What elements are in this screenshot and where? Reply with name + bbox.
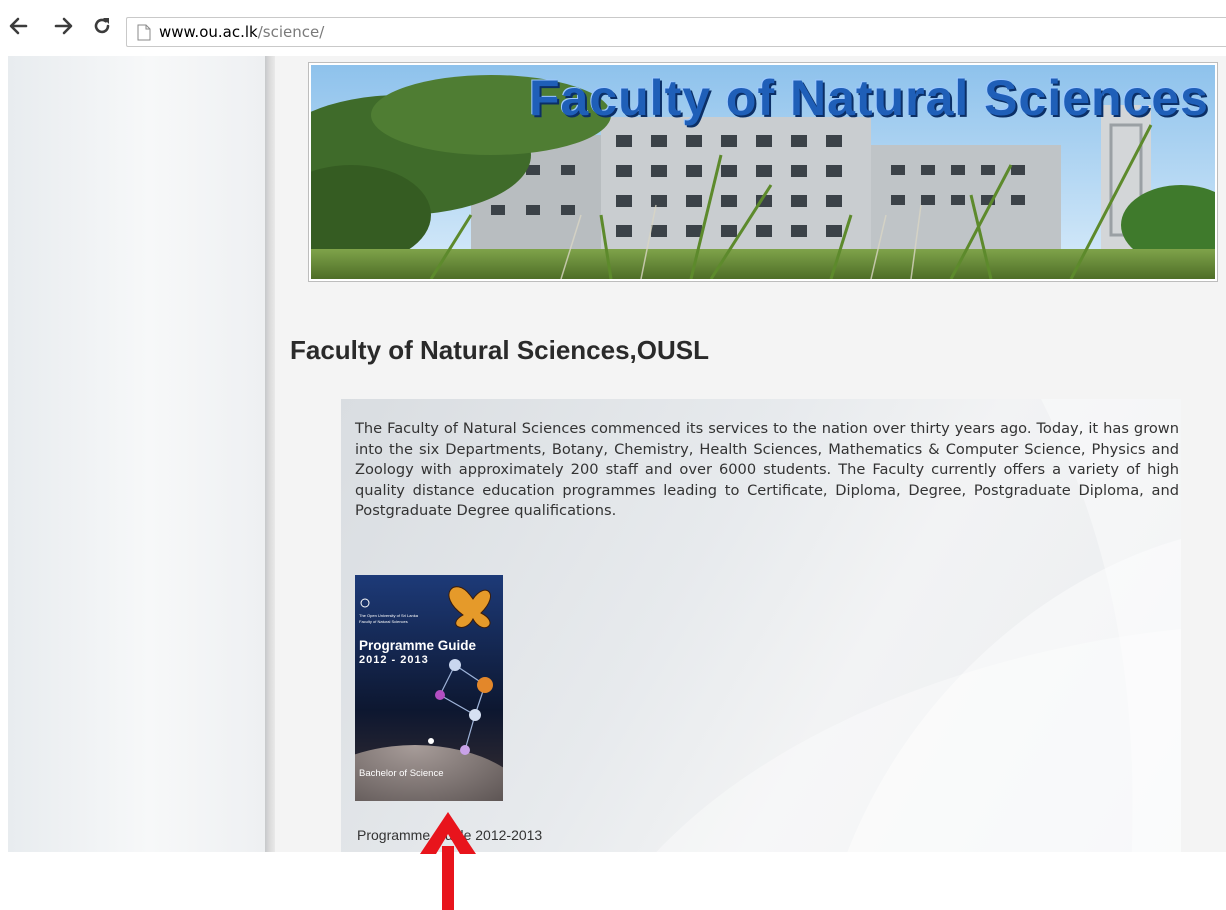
programme-guide-cover-link[interactable]: The Open University of Sri Lanka Faculty… — [341, 575, 535, 852]
faculty-banner: Faculty of Natural Sciences — [308, 62, 1218, 282]
address-bar[interactable]: www.ou.ac.lk/science/ — [126, 17, 1226, 47]
article-panel: The Faculty of Natural Sciences commence… — [341, 399, 1181, 852]
page-title: Faculty of Natural Sciences,OUSL — [290, 335, 710, 365]
arrow-left-icon — [9, 17, 28, 35]
url-domain: www.ou.ac.lk — [159, 23, 258, 41]
browser-toolbar: www.ou.ac.lk/science/ — [0, 0, 1226, 52]
sidebar-divider — [265, 56, 275, 852]
page-icon — [137, 24, 151, 40]
banner-title: Faculty of Natural Sciences — [528, 70, 1209, 126]
arrow-right-icon — [54, 17, 73, 35]
cover-footer: Bachelor of Science — [359, 768, 444, 779]
annotation-arrow-icon — [420, 812, 476, 910]
faculty-intro: The Faculty of Natural Sciences commence… — [355, 420, 1179, 519]
cover-publisher-line-2: Faculty of Natural Sciences — [359, 619, 408, 624]
url-path: /science/ — [257, 23, 325, 41]
cover-publisher-line-1: The Open University of Sri Lanka — [359, 613, 419, 618]
forward-button[interactable] — [52, 14, 76, 38]
cover-title: Programme Guide — [359, 638, 477, 653]
back-button[interactable] — [6, 14, 30, 38]
left-sidebar — [8, 56, 265, 852]
reload-icon — [94, 18, 110, 34]
main-content: Faculty of Natural Sciences Faculty of N… — [275, 56, 1226, 852]
web-page: Faculty of Natural Sciences Faculty of N… — [8, 56, 1226, 852]
cover-years: 2012 - 2013 — [359, 654, 429, 666]
programme-guide-cover: The Open University of Sri Lanka Faculty… — [341, 575, 535, 852]
reload-button[interactable] — [90, 14, 114, 38]
